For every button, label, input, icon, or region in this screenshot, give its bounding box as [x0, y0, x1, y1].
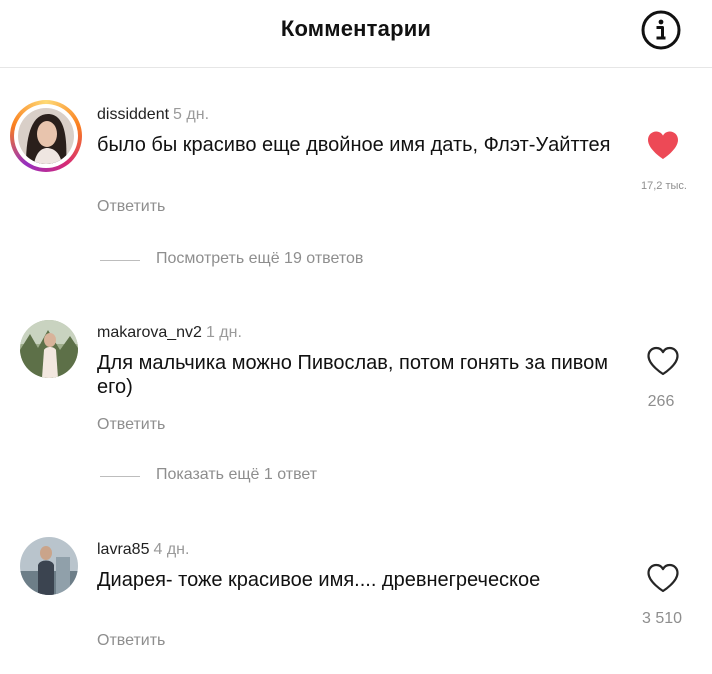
comment-time: 5 дн. [173, 106, 210, 123]
avatar[interactable] [20, 537, 78, 595]
page-title: Комментарии [280, 16, 432, 41]
avatar [18, 108, 74, 164]
like-count: 17,2 тыс. [641, 180, 687, 192]
heart-filled-icon[interactable] [646, 130, 680, 165]
thread-divider [100, 476, 140, 477]
reply-button[interactable]: Ответить [97, 632, 165, 650]
comment-text: Для мальчика можно Пивослав, потом гонят… [97, 352, 609, 398]
heart-outline-icon[interactable] [646, 563, 680, 598]
story-ring[interactable] [10, 100, 82, 172]
reply-button[interactable]: Ответить [97, 198, 165, 216]
comment-time: 1 дн. [205, 324, 242, 341]
like-count: 3 510 [641, 610, 683, 627]
comment-text: Диарея- тоже красивое имя.... древнегреч… [97, 569, 541, 591]
reply-button[interactable]: Ответить [97, 416, 165, 434]
avatar[interactable] [20, 320, 78, 378]
view-replies-link[interactable]: Показать ещё 1 ответ [156, 466, 317, 484]
thread-divider [100, 260, 140, 261]
comment-time: 4 дн. [153, 541, 190, 558]
like-count: 266 [647, 393, 675, 410]
comments-header: Комментарии [0, 0, 712, 68]
heart-outline-icon[interactable] [646, 346, 680, 381]
username[interactable]: dissiddent [97, 106, 169, 123]
view-replies-link[interactable]: Посмотреть ещё 19 ответов [156, 250, 363, 268]
username[interactable]: makarova_nv2 [97, 324, 202, 341]
username[interactable]: lavra85 [97, 541, 149, 558]
comment-text: было бы красиво еще двойное имя дать, Фл… [97, 134, 611, 156]
info-icon[interactable] [640, 9, 682, 51]
